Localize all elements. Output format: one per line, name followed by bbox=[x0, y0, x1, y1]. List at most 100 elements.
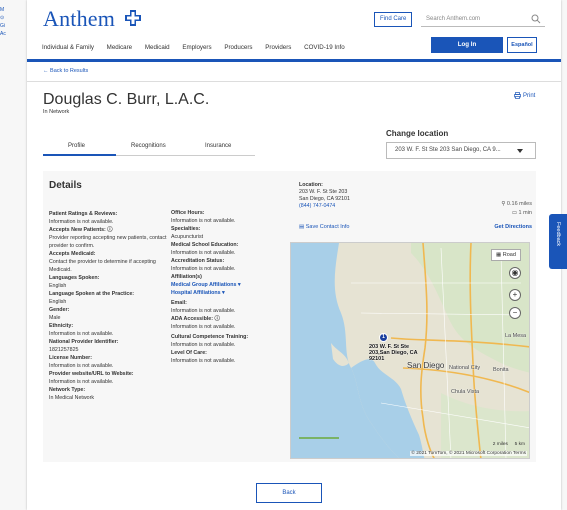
map-bonita-label: Bonita bbox=[493, 367, 509, 373]
provider-modal: Anthem Find Care Search Anthem.com Indiv… bbox=[27, 0, 561, 510]
accepts-new-patients-value: Provider reporting accepting new patient… bbox=[49, 235, 167, 249]
save-contact-label: Save Contact Info bbox=[305, 224, 350, 230]
details-column-left: Patient Ratings & Reviews: Information i… bbox=[49, 210, 167, 402]
accepts-new-patients-label: Accepts New Patients: ⓘ bbox=[49, 226, 167, 234]
level-of-care-value: Information is not available. bbox=[171, 358, 236, 364]
medical-group-affiliations-toggle[interactable]: Medical Group Affiliations ▾ bbox=[171, 281, 289, 289]
map-city-label: San Diego bbox=[407, 361, 445, 370]
espanol-button[interactable]: Español bbox=[507, 37, 537, 53]
breadcrumb: ← Back to Results bbox=[27, 62, 561, 82]
chevron-down-icon bbox=[517, 149, 523, 153]
location-map[interactable]: ▦ Road ◉ + − 1 203 W. F. St Ste 203,San … bbox=[290, 242, 530, 459]
map-pin-icon: ⚲ bbox=[501, 201, 506, 207]
ethnicity-value: Information is not available. bbox=[49, 331, 114, 337]
ada-label: ADA Accessible: ⓘ bbox=[171, 315, 289, 323]
distance-value: 0.16 miles bbox=[506, 201, 532, 207]
print-button[interactable]: Print bbox=[514, 92, 535, 99]
zoom-out-button[interactable]: − bbox=[509, 307, 521, 319]
nav-medicaid[interactable]: Medicaid bbox=[145, 44, 170, 51]
search-placeholder: Search Anthem.com bbox=[426, 16, 481, 22]
tab-recognitions[interactable]: Recognitions bbox=[131, 143, 166, 149]
ada-label-text: ADA Accessible: bbox=[171, 316, 213, 322]
npi-value: 1821257825 bbox=[49, 347, 79, 353]
ratings-label: Patient Ratings & Reviews: bbox=[49, 211, 118, 217]
hospital-affiliations-label: Hospital Affiliations bbox=[171, 290, 221, 296]
medical-school-label: Medical School Education: bbox=[171, 242, 239, 248]
info-icon[interactable]: ⓘ bbox=[214, 316, 219, 322]
back-button[interactable]: Back bbox=[256, 483, 322, 503]
find-care-button[interactable]: Find Care bbox=[374, 12, 413, 27]
info-icon[interactable]: ⓘ bbox=[107, 227, 112, 233]
nav-individual-family[interactable]: Individual & Family bbox=[42, 44, 94, 51]
map-chula-vista-label: Chula Vista bbox=[451, 389, 480, 395]
practice-language-value: English bbox=[49, 299, 67, 305]
map-layers-icon: ▦ bbox=[496, 252, 502, 258]
nav-covid-info[interactable]: COVID-19 Info bbox=[304, 44, 345, 51]
locate-me-icon[interactable]: ◉ bbox=[509, 267, 521, 279]
accepts-medicaid-value: Contact the provider to determine if acc… bbox=[49, 259, 156, 273]
ratings-value: Information is not available. bbox=[49, 219, 114, 225]
ethnicity-label: Ethnicity: bbox=[49, 323, 74, 329]
site-header: Anthem Find Care Search Anthem.com Indiv… bbox=[27, 0, 561, 62]
map-scale-miles: 2 miles bbox=[492, 442, 508, 447]
nav-employers[interactable]: Employers bbox=[182, 44, 211, 51]
network-type-value: In Medical Network bbox=[49, 395, 95, 401]
background-links: M ⊙ Gi Ac bbox=[0, 7, 6, 37]
search-icon[interactable] bbox=[531, 14, 541, 24]
location-select[interactable]: 203 W. F. St Ste 203 San Diego, CA 9... bbox=[386, 142, 536, 159]
map-copyright[interactable]: © 2021 TomTom, © 2021 Microsoft Corporat… bbox=[410, 451, 527, 456]
tab-insurance[interactable]: Insurance bbox=[205, 143, 231, 149]
level-of-care-label: Level Of Care: bbox=[171, 350, 207, 356]
cultural-training-label: Cultural Competence Training: bbox=[171, 334, 249, 340]
nav-producers[interactable]: Producers bbox=[224, 44, 252, 51]
provider-content: Douglas C. Burr, L.A.C. In Network Print… bbox=[27, 82, 561, 510]
gender-label: Gender: bbox=[49, 307, 70, 313]
back-to-results-link[interactable]: ← Back to Results bbox=[43, 68, 88, 74]
medical-group-affiliations-label: Medical Group Affiliations bbox=[171, 282, 237, 288]
location-block: Location: 203 W. F. St Ste 203 San Diego… bbox=[299, 182, 350, 210]
save-contact-link[interactable]: ▤ Save Contact Info bbox=[299, 224, 349, 230]
phone-link[interactable]: (844) 747-0474 bbox=[299, 203, 350, 210]
zoom-in-button[interactable]: + bbox=[509, 289, 521, 301]
login-button[interactable]: Log In bbox=[431, 37, 503, 53]
map-pin-marker[interactable]: 1 bbox=[379, 333, 388, 342]
location-label: Location: bbox=[299, 182, 323, 188]
network-status: In Network bbox=[43, 109, 70, 115]
details-column-right: Office Hours: Information is not availab… bbox=[171, 209, 289, 365]
office-hours-label: Office Hours: bbox=[171, 210, 205, 216]
website-value: Information is not available. bbox=[49, 379, 114, 385]
distance-row: ⚲ 0.16 miles bbox=[501, 200, 532, 209]
email-label: Email: bbox=[171, 300, 187, 306]
change-location-label: Change location bbox=[386, 129, 449, 138]
feedback-label: Feedback bbox=[555, 222, 561, 247]
print-label: Print bbox=[523, 93, 536, 100]
active-tab-indicator bbox=[43, 154, 116, 156]
npi-label: National Provider Identifier: bbox=[49, 339, 119, 345]
map-style-button[interactable]: ▦ Road bbox=[491, 249, 521, 261]
map-scale-km: 5 km bbox=[514, 442, 525, 447]
email-value: Information is not available. bbox=[171, 308, 236, 314]
accreditation-label: Accreditation Status: bbox=[171, 258, 225, 264]
license-value: Information is not available. bbox=[49, 363, 114, 369]
details-heading: Details bbox=[49, 180, 82, 191]
address-line-1: 203 W. F. St Ste 203 bbox=[299, 189, 348, 195]
search-input[interactable]: Search Anthem.com bbox=[421, 12, 545, 27]
office-hours-value: Information is not available. bbox=[171, 218, 236, 224]
accreditation-value: Information is not available. bbox=[171, 266, 236, 272]
accepts-medicaid-label: Accepts Medicaid: bbox=[49, 251, 96, 257]
nav-providers[interactable]: Providers bbox=[265, 44, 291, 51]
nav-medicare[interactable]: Medicare bbox=[107, 44, 132, 51]
cultural-training-value: Information is not available. bbox=[171, 342, 236, 348]
feedback-tab[interactable]: Feedback bbox=[549, 214, 567, 269]
map-scale-bar: 2 miles 5 km bbox=[493, 442, 525, 447]
specialties-value: Acupuncturist bbox=[171, 234, 204, 240]
anthem-logo[interactable]: Anthem bbox=[43, 6, 115, 32]
accepts-new-patients-text: Accepts New Patients: bbox=[49, 227, 106, 233]
get-directions-link[interactable]: Get Directions bbox=[494, 224, 532, 230]
hospital-affiliations-toggle[interactable]: Hospital Affiliations ▾ bbox=[171, 289, 289, 297]
license-label: License Number: bbox=[49, 355, 92, 361]
details-panel: Details Patient Ratings & Reviews: Infor… bbox=[43, 171, 536, 462]
tab-profile[interactable]: Profile bbox=[68, 143, 85, 149]
map-pin-label: 203 W. F. St Ste 203,San Diego, CA 92101 bbox=[369, 344, 429, 362]
map-style-label: Road bbox=[502, 252, 516, 258]
